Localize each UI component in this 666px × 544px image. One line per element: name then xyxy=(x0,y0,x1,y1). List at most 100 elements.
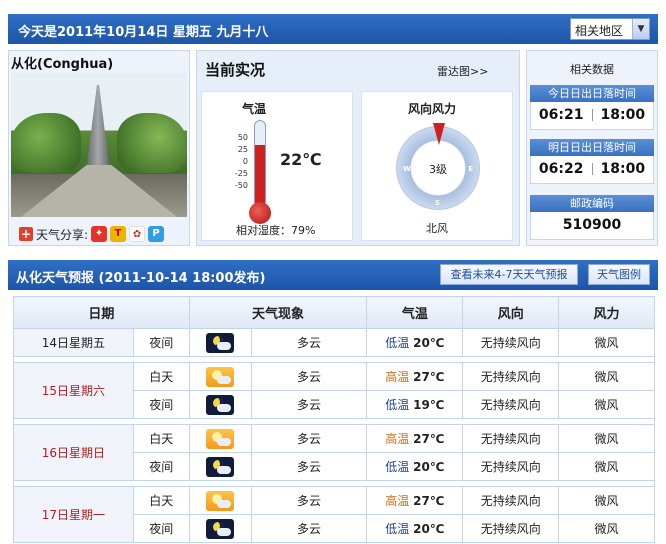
scale-label: 25 xyxy=(237,145,248,154)
temp-cell: 低温 20℃ xyxy=(366,514,464,543)
weather-icon-cell xyxy=(188,424,252,453)
photo-trees-left xyxy=(11,113,81,173)
share-bar: + 天气分享: ✦ T ✿ P xyxy=(19,225,165,243)
partly-cloudy-night-icon xyxy=(206,456,235,477)
temperature-box: 气温 50 25 0 -25 -50 22℃ 相对湿度：79% xyxy=(201,91,353,241)
temp-value: 20℃ xyxy=(413,336,445,350)
weather-text: 多云 xyxy=(250,328,368,357)
sunrise-time: 06:22 xyxy=(538,161,584,177)
wind-force-cell: 微风 xyxy=(558,390,655,419)
city-name: 从化(Conghua) xyxy=(11,57,114,72)
forecast-table: 日期 天气现象 气温 风向 风力 14日星期五 夜间 多云 低温 20℃ 无持续风向 微风… xyxy=(13,296,655,543)
temp-cell: 低温 19℃ xyxy=(366,390,464,419)
sunset-time: 18:00 xyxy=(600,107,646,123)
weather-icon-cell xyxy=(188,486,252,515)
temp-cell: 高温 27℃ xyxy=(366,424,464,453)
radar-link[interactable]: 雷达图>> xyxy=(437,63,488,79)
sunset-time: 18:00 xyxy=(600,161,646,177)
compass-needle xyxy=(433,123,445,145)
period-label: 白天 xyxy=(132,424,190,453)
temp-value: 27℃ xyxy=(413,494,445,508)
wind-force-cell: 微风 xyxy=(558,362,655,391)
wind-force-cell: 微风 xyxy=(558,514,655,543)
thermometer-scale: 50 25 0 -25 -50 xyxy=(216,132,248,192)
col-header-wind-dir: 风向 xyxy=(462,296,560,329)
wind-box: 风向风力 W E S 3级 北风 xyxy=(361,91,513,241)
table-row: 14日星期五 夜间 多云 低温 20℃ 无持续风向 微风 xyxy=(13,328,655,357)
temp-value: 27℃ xyxy=(413,432,445,446)
photo-tower xyxy=(87,85,109,165)
temp-cell: 高温 27℃ xyxy=(366,486,464,515)
temp-label: 低温 xyxy=(385,336,410,350)
today-sun-block: 今日日出日落时间 06:21 18:00 xyxy=(530,85,654,130)
day-date: 15日星期六 xyxy=(13,362,134,419)
weather-text: 多云 xyxy=(250,514,368,543)
scale-label: -25 xyxy=(234,169,248,178)
renren-icon[interactable]: ✿ xyxy=(129,226,146,242)
current-conditions-panel: 当前实况 雷达图>> 气温 50 25 0 -25 -50 22℃ 相对湿度：7… xyxy=(196,50,520,246)
temp-label: 低温 xyxy=(385,398,410,412)
weibo-icon[interactable]: ✦ xyxy=(91,226,108,242)
period-label: 夜间 xyxy=(132,452,190,481)
region-select-label: 相关地区 xyxy=(575,24,624,38)
postcode-block: 邮政编码 510900 xyxy=(530,195,654,240)
thermometer-icon xyxy=(254,120,266,208)
related-data-panel: 相关数据 今日日出日落时间 06:21 18:00 明日日出日落时间 06:22 1… xyxy=(526,50,658,246)
today-sun-times: 06:21 18:00 xyxy=(530,102,654,130)
temp-label: 高温 xyxy=(385,432,410,446)
share-plus-icon[interactable]: + xyxy=(19,227,33,241)
temp-cell: 高温 27℃ xyxy=(366,362,464,391)
temp-value: 27℃ xyxy=(413,370,445,384)
wind-dir-cell: 无持续风向 xyxy=(462,328,560,357)
col-header-date: 日期 xyxy=(13,296,190,329)
temp-value: 22℃ xyxy=(280,150,322,169)
period-label: 夜间 xyxy=(132,328,190,357)
more-days-button[interactable]: 查看未来4-7天天气预报 xyxy=(440,264,578,285)
temp-label: 低温 xyxy=(385,460,410,474)
weather-icon-cell xyxy=(188,328,252,357)
chevron-down-icon[interactable]: ▼ xyxy=(632,19,649,39)
weather-text: 多云 xyxy=(250,452,368,481)
col-header-temp: 气温 xyxy=(366,296,464,329)
weather-icon-cell xyxy=(188,452,252,481)
wind-level: 3级 xyxy=(429,163,447,176)
current-title: 当前实况 xyxy=(205,61,266,79)
period-label: 夜间 xyxy=(132,514,190,543)
city-panel: 从化(Conghua) + 天气分享: ✦ T ✿ P xyxy=(8,50,190,246)
humidity-text: 相对湿度：79% xyxy=(236,224,316,237)
forecast-header-bar: 从化天气预报 (2011-10-14 18:00发布) 查看未来4-7天天气预报… xyxy=(8,260,658,290)
legend-button[interactable]: 天气图例 xyxy=(588,264,650,285)
period-label: 白天 xyxy=(132,362,190,391)
scale-label: 0 xyxy=(242,157,248,166)
qzone-icon[interactable]: P xyxy=(148,226,165,242)
related-title: 相关数据 xyxy=(570,63,614,76)
temp-value: 20℃ xyxy=(413,460,445,474)
region-select[interactable]: 相关地区 ▼ xyxy=(570,18,650,40)
period-label: 夜间 xyxy=(132,390,190,419)
temp-heading: 气温 xyxy=(242,102,267,116)
partly-cloudy-night-icon xyxy=(206,518,235,539)
weather-text: 多云 xyxy=(250,362,368,391)
wind-dir-cell: 无持续风向 xyxy=(462,486,560,515)
today-sun-label: 今日日出日落时间 xyxy=(530,85,654,102)
tomorrow-sun-times: 06:22 18:00 xyxy=(530,156,654,184)
wind-force-cell: 微风 xyxy=(558,486,655,515)
partly-cloudy-day-icon xyxy=(206,490,235,511)
wind-dir-cell: 无持续风向 xyxy=(462,362,560,391)
table-row: 16日星期日 白天 多云 高温 27℃ 无持续风向 微风 xyxy=(13,424,655,481)
compass-s-mark: S xyxy=(435,199,441,207)
top-date-bar: 今天是2011年10月14日 星期五 九月十八 相关地区 ▼ xyxy=(8,14,658,44)
weather-icon-cell xyxy=(188,514,252,543)
temp-label: 高温 xyxy=(385,494,410,508)
wind-heading: 风向风力 xyxy=(408,102,457,116)
thermometer-fill xyxy=(255,145,265,207)
forecast-title: 从化天气预报 (2011-10-14 18:00发布) xyxy=(16,271,266,286)
tomorrow-sun-label: 明日日出日落时间 xyxy=(530,139,654,156)
day-date: 16日星期日 xyxy=(13,424,134,481)
wind-force-cell: 微风 xyxy=(558,424,655,453)
temp-cell: 低温 20℃ xyxy=(366,452,464,481)
scale-label: -50 xyxy=(234,181,248,190)
tomorrow-sun-block: 明日日出日落时间 06:22 18:00 xyxy=(530,139,654,184)
tencent-icon[interactable]: T xyxy=(110,226,127,242)
forecast-header-row: 日期 天气现象 气温 风向 风力 xyxy=(13,296,655,329)
